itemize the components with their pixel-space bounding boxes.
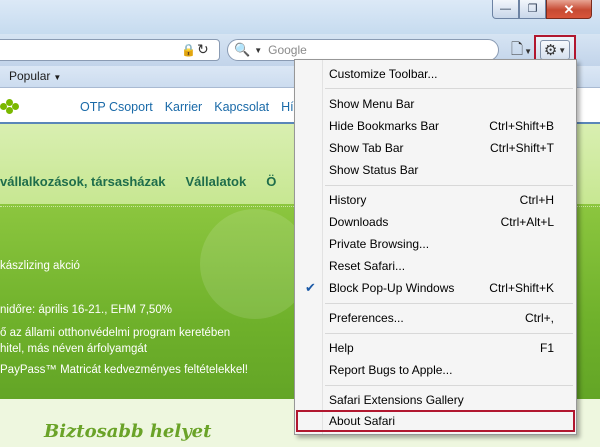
menu-item-help[interactable]: Help F1 bbox=[297, 337, 574, 359]
link-hirek[interactable]: Hí bbox=[281, 100, 294, 114]
menu-separator bbox=[325, 185, 573, 186]
search-placeholder: Google bbox=[268, 43, 307, 57]
settings-dropdown-menu: Customize Toolbar... Show Menu Bar Hide … bbox=[294, 59, 577, 435]
menu-item-label: Show Status Bar bbox=[329, 163, 419, 177]
menu-item-label: Show Tab Bar bbox=[329, 141, 404, 155]
banner-title: Biztosabb helyet bbox=[44, 421, 212, 442]
menu-item-report-bugs[interactable]: Report Bugs to Apple... bbox=[297, 359, 574, 381]
promo-line[interactable]: ő az állami otthonvédelmi program kereté… bbox=[0, 327, 230, 339]
menu-item-label: History bbox=[329, 193, 367, 207]
category-link-vallalatok[interactable]: Vállalatok bbox=[186, 174, 247, 189]
link-karrier[interactable]: Karrier bbox=[165, 100, 203, 114]
page-menu-button[interactable]: 🗋 ▼ bbox=[511, 41, 535, 61]
category-link-vallalkozasok[interactable]: vállalkozások, társasházak bbox=[0, 174, 166, 189]
chevron-down-icon: ▼ bbox=[524, 46, 532, 56]
address-field[interactable]: 🔒 ↻ bbox=[0, 39, 220, 61]
maximize-button[interactable]: ❐ bbox=[519, 0, 546, 19]
chevron-down-icon[interactable]: ▼ bbox=[254, 46, 262, 55]
menu-item-show-status-bar[interactable]: Show Status Bar bbox=[297, 159, 574, 181]
menu-item-label: Show Menu Bar bbox=[329, 97, 415, 111]
menu-item-label: Block Pop-Up Windows bbox=[329, 281, 455, 295]
promo-line[interactable]: nidőre: április 16-21., EHM 7,50% bbox=[0, 304, 172, 316]
menu-separator bbox=[325, 88, 573, 89]
menu-item-label: Downloads bbox=[329, 215, 389, 229]
menu-item-label: Safari Extensions Gallery bbox=[329, 393, 464, 407]
menu-item-downloads[interactable]: Downloads Ctrl+Alt+L bbox=[297, 211, 574, 233]
menu-item-block-popups[interactable]: ✔ Block Pop-Up Windows Ctrl+Shift+K bbox=[297, 277, 574, 299]
bookmark-folder-label: Popular bbox=[9, 69, 51, 83]
menu-separator bbox=[325, 385, 573, 386]
menu-item-reset-safari[interactable]: Reset Safari... bbox=[297, 255, 574, 277]
menu-item-private-browsing[interactable]: Private Browsing... bbox=[297, 233, 574, 255]
promo-line[interactable]: PayPass™ Matricát kedvezményes feltétele… bbox=[0, 364, 248, 376]
menu-item-customize-toolbar[interactable]: Customize Toolbar... bbox=[297, 63, 574, 85]
menu-item-hide-bookmarks-bar[interactable]: Hide Bookmarks Bar Ctrl+Shift+B bbox=[297, 115, 574, 137]
menu-item-shortcut: Ctrl+Shift+T bbox=[489, 141, 554, 155]
menu-item-shortcut: Ctrl+Shift+K bbox=[489, 281, 554, 295]
menu-item-show-tab-bar[interactable]: Show Tab Bar Ctrl+Shift+T bbox=[297, 137, 574, 159]
menu-item-extensions-gallery[interactable]: Safari Extensions Gallery bbox=[297, 389, 574, 411]
window-controls: — ❐ ✕ bbox=[492, 0, 592, 19]
promo-line[interactable]: kászlizing akció bbox=[0, 260, 80, 272]
menu-item-label: Customize Toolbar... bbox=[329, 67, 438, 81]
menu-item-shortcut: Ctrl+, bbox=[524, 311, 554, 325]
minimize-button[interactable]: — bbox=[492, 0, 519, 19]
menu-item-shortcut: F1 bbox=[539, 341, 554, 355]
menu-item-shortcut: Ctrl+Shift+B bbox=[489, 119, 554, 133]
checkmark-icon: ✔ bbox=[305, 280, 316, 295]
menu-separator bbox=[325, 303, 573, 304]
menu-item-about-safari[interactable]: About Safari bbox=[296, 410, 575, 432]
menu-separator bbox=[325, 333, 573, 334]
gear-icon: ⚙ bbox=[543, 42, 558, 59]
chevron-down-icon: ▼ bbox=[53, 73, 62, 82]
menu-item-history[interactable]: History Ctrl+H bbox=[297, 189, 574, 211]
menu-item-shortcut: Ctrl+Alt+L bbox=[500, 215, 554, 229]
menu-item-label: Preferences... bbox=[329, 311, 404, 325]
category-link-more[interactable]: Ö bbox=[266, 174, 276, 189]
close-button[interactable]: ✕ bbox=[546, 0, 592, 19]
category-nav: vállalkozások, társasházak Vállalatok Ö bbox=[0, 174, 276, 189]
menu-item-label: About Safari bbox=[329, 414, 396, 428]
menu-item-show-menu-bar[interactable]: Show Menu Bar bbox=[297, 93, 574, 115]
menu-item-label: Help bbox=[329, 341, 354, 355]
promo-line[interactable]: hitel, más néven árfolyamgát bbox=[0, 343, 147, 355]
puzzle-logo-icon bbox=[0, 99, 20, 115]
link-kapcsolat[interactable]: Kapcsolat bbox=[214, 100, 269, 114]
search-icon: 🔍 bbox=[234, 42, 251, 57]
top-links: OTP Csoport Karrier Kapcsolat Hí bbox=[80, 100, 294, 114]
menu-item-label: Reset Safari... bbox=[329, 259, 406, 273]
link-otp-csoport[interactable]: OTP Csoport bbox=[80, 100, 153, 114]
menu-item-label: Report Bugs to Apple... bbox=[329, 363, 453, 377]
menu-item-shortcut: Ctrl+H bbox=[519, 193, 554, 207]
bookmark-folder-popular[interactable]: Popular ▼ bbox=[9, 69, 61, 83]
lock-icon: 🔒 bbox=[181, 43, 196, 57]
window-titlebar: — ❐ ✕ bbox=[0, 0, 600, 34]
search-field[interactable]: 🔍 ▼ Google bbox=[227, 39, 499, 61]
settings-button-face[interactable]: ⚙ ▼ bbox=[540, 40, 570, 60]
chevron-down-icon: ▼ bbox=[558, 45, 567, 55]
menu-item-label: Private Browsing... bbox=[329, 237, 430, 251]
menu-item-label: Hide Bookmarks Bar bbox=[329, 119, 440, 133]
menu-item-preferences[interactable]: Preferences... Ctrl+, bbox=[297, 307, 574, 329]
reload-icon[interactable]: ↻ bbox=[197, 41, 209, 58]
